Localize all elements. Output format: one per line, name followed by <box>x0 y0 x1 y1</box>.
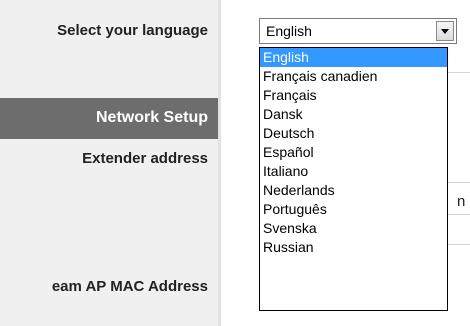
clipped-field-text: n <box>457 193 466 210</box>
language-option-francais-canadien[interactable]: Français canadien <box>260 67 447 86</box>
ap-mac-address-label: eam AP MAC Address <box>51 278 208 295</box>
language-option-russian[interactable]: Russian <box>260 238 447 257</box>
language-option-italiano[interactable]: Italiano <box>260 162 447 181</box>
network-setup-title: Network Setup <box>95 109 208 126</box>
language-option-english[interactable]: English <box>260 48 447 67</box>
language-option-deutsch[interactable]: Deutsch <box>260 124 447 143</box>
network-setup-header: Network Setup <box>0 98 218 139</box>
row-separator <box>448 182 470 183</box>
language-option-svenska[interactable]: Svenska <box>260 219 447 238</box>
extender-address-label: Extender address <box>82 150 208 167</box>
panel-divider <box>218 0 221 326</box>
language-dropdown-list[interactable]: English Français canadien Français Dansk… <box>259 47 448 311</box>
select-language-label: Select your language <box>57 22 208 39</box>
language-select[interactable]: English <box>259 18 457 44</box>
row-separator <box>448 72 470 73</box>
language-option-dansk[interactable]: Dansk <box>260 105 447 124</box>
language-select-value: English <box>266 23 312 39</box>
language-option-nederlands[interactable]: Nederlands <box>260 181 447 200</box>
language-option-francais[interactable]: Français <box>260 86 447 105</box>
row-separator <box>448 244 470 245</box>
dropdown-arrow-button[interactable] <box>436 21 454 41</box>
chevron-down-icon <box>441 29 449 34</box>
row-separator <box>448 214 470 215</box>
language-option-espanol[interactable]: Español <box>260 143 447 162</box>
language-option-portugues[interactable]: Português <box>260 200 447 219</box>
